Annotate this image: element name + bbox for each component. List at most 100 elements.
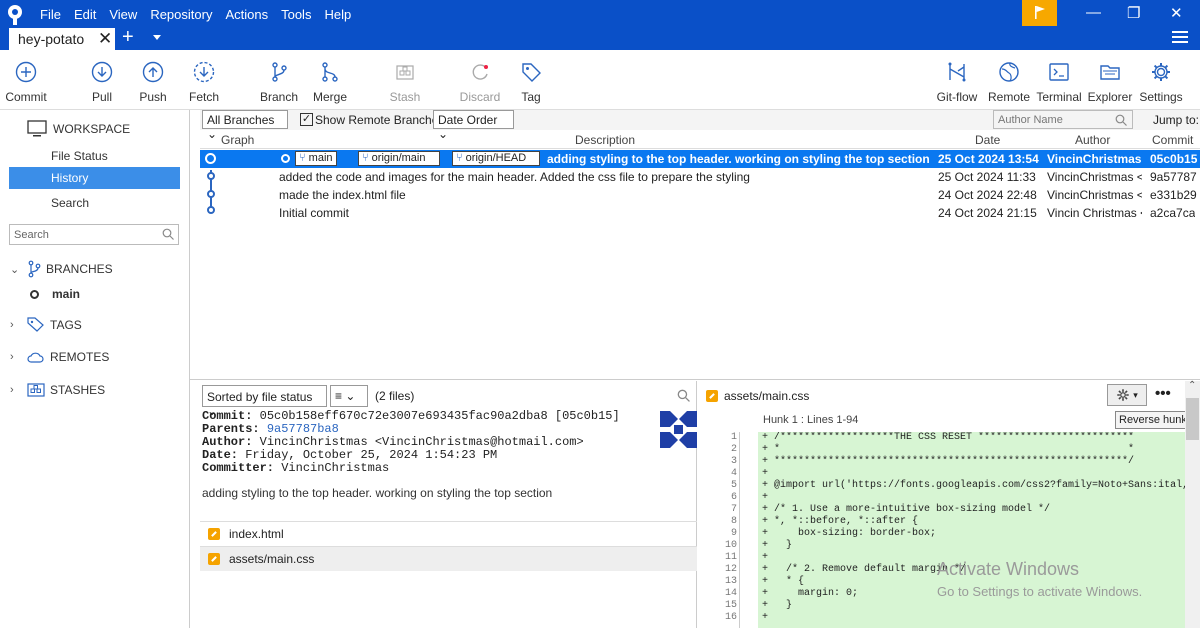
sidebar-item-search[interactable]: Search — [51, 196, 89, 210]
sidebar-item-history[interactable]: History — [9, 167, 180, 189]
diff-line: + — [762, 492, 769, 503]
view-mode-dropdown[interactable]: ≡ ⌄ — [330, 385, 368, 407]
hamburger-menu-icon[interactable] — [1172, 31, 1188, 43]
arrow-up-circle-icon — [142, 61, 164, 83]
line-numbers: 1 2 3 4 5 6 7 8 9 10 11 12 13 14 15 16 — [700, 432, 740, 628]
col-author[interactable]: Author — [1075, 133, 1110, 147]
chevron-right-icon: › — [10, 319, 14, 331]
tab-close-icon[interactable]: ✕ — [98, 30, 112, 48]
commit-row[interactable]: Initial commit 24 Oct 2024 21:15 Vincin … — [200, 204, 1200, 222]
cloud-icon — [27, 352, 44, 363]
scroll-up-icon[interactable]: ⌃ — [1188, 380, 1196, 391]
all-branches-dropdown[interactable]: All Branches ⌄ — [202, 110, 288, 141]
terminal-icon — [1049, 63, 1069, 81]
commit-author: VincinChristmas ‹ — [1047, 152, 1142, 166]
more-options-icon[interactable]: ••• — [1155, 385, 1171, 402]
col-graph[interactable]: Graph — [221, 133, 254, 147]
gitflow-icon — [948, 62, 966, 82]
menu-edit[interactable]: Edit — [74, 7, 96, 22]
activate-windows-watermark: Activate Windows Go to Settings to activ… — [937, 559, 1142, 599]
merge-button[interactable]: Merge — [300, 60, 360, 104]
commit-button[interactable]: Commit — [0, 60, 56, 104]
col-description[interactable]: Description — [575, 133, 635, 147]
date-value: Friday, October 25, 2024 1:54:23 PM — [245, 448, 498, 462]
sort-dropdown[interactable]: Sorted by file status ⌄ — [202, 385, 327, 418]
commit-description: adding styling to the top header. workin… — [547, 152, 930, 166]
jump-to-label: Jump to: — [1153, 113, 1200, 127]
tab-dropdown-icon[interactable] — [153, 35, 161, 40]
close-window-icon[interactable]: ✕ — [1170, 4, 1183, 22]
branch-tag-origin-main[interactable]: ⑂ origin/main — [358, 151, 440, 166]
reverse-hunk-button[interactable]: Reverse hunk — [1115, 411, 1191, 429]
minimize-icon[interactable]: — — [1086, 4, 1101, 21]
commit-row[interactable]: added the code and images for the main h… — [200, 168, 1200, 186]
stash-button[interactable]: Stash — [375, 60, 435, 104]
branch-item-main[interactable]: main — [30, 287, 80, 301]
diff-options-button[interactable]: ▾ — [1107, 384, 1147, 406]
parent-link[interactable]: 9a57787ba8 — [267, 422, 339, 436]
menu-repository[interactable]: Repository — [150, 7, 212, 22]
chevron-right-icon: › — [10, 384, 14, 396]
menu-actions[interactable]: Actions — [225, 7, 268, 22]
tag-button[interactable]: Tag — [501, 60, 561, 104]
workspace-header: WORKSPACE — [27, 120, 130, 138]
menu-view[interactable]: View — [109, 7, 137, 22]
fetch-button[interactable]: Fetch — [174, 60, 234, 104]
diff-scrollbar-thumb[interactable] — [1186, 398, 1199, 440]
commit-hash: e331b29 — [1150, 188, 1197, 202]
show-remote-label: Show Remote Branches — [315, 113, 445, 127]
menu-tools[interactable]: Tools — [281, 7, 311, 22]
diff-line: + **************************************… — [762, 456, 1135, 467]
hunk-header: Hunk 1 : Lines 1-94 — [763, 414, 859, 426]
col-commit[interactable]: Commit — [1152, 133, 1193, 147]
flag-button[interactable] — [1022, 0, 1057, 26]
new-tab-icon[interactable]: + — [122, 27, 134, 47]
date-order-value: Date Order — [438, 113, 498, 127]
search-icon[interactable] — [677, 389, 690, 402]
diff-file-name: assets/main.css — [724, 389, 810, 403]
title-bar: File Edit View Repository Actions Tools … — [0, 0, 1200, 50]
history-pane: All Branches ⌄ ✓ Show Remote Branches Da… — [200, 110, 1200, 378]
col-date[interactable]: Date — [975, 133, 1000, 147]
restore-icon[interactable]: ❐ — [1127, 4, 1140, 22]
menu-file[interactable]: File — [40, 7, 61, 22]
branches-section[interactable]: ⌄ BRANCHES — [10, 260, 113, 278]
chevron-right-icon: › — [10, 351, 14, 363]
commit-description: Initial commit — [279, 206, 350, 220]
sidebar-search-input[interactable]: Search — [9, 224, 179, 245]
file-item-main-css[interactable]: assets/main.css — [200, 546, 697, 571]
diff-line: + * * — [762, 444, 1135, 455]
pane-divider[interactable] — [190, 379, 1200, 380]
author-name-input[interactable]: Author Name — [993, 110, 1133, 129]
diff-line: + — [762, 612, 769, 623]
files-count: (2 files) — [375, 389, 415, 403]
line-number: 16 — [724, 612, 737, 623]
branch-tag-main[interactable]: ⑂ main — [295, 151, 337, 166]
sidebar-item-file-status[interactable]: File Status — [51, 149, 108, 163]
commit-row[interactable]: made the index.html file 24 Oct 2024 22:… — [200, 186, 1200, 204]
settings-button[interactable]: Settings — [1131, 60, 1191, 104]
remotes-section[interactable]: › REMOTES — [10, 350, 109, 364]
commit-hash: 9a57787 — [1150, 170, 1197, 184]
menu-bar: File Edit View Repository Actions Tools … — [40, 7, 364, 22]
menu-help[interactable]: Help — [324, 7, 351, 22]
branch-tag-origin-head[interactable]: ⑂ origin/HEAD — [452, 151, 540, 166]
line-number: 8 — [730, 516, 737, 527]
file-item-index-html[interactable]: index.html — [200, 521, 697, 546]
stashes-section[interactable]: › STASHES — [10, 383, 105, 397]
gear-icon — [1152, 63, 1170, 81]
gitflow-button[interactable]: Git-flow — [927, 60, 987, 104]
watermark-title: Activate Windows — [937, 559, 1080, 579]
modified-icon — [208, 528, 220, 540]
date-order-dropdown[interactable]: Date Order ⌄ — [433, 110, 514, 141]
fetch-label: Fetch — [188, 90, 219, 104]
commit-hash-full: 05c0b158eff670c72e3007e693435fac90a2dba8… — [259, 409, 620, 423]
tags-section[interactable]: › TAGS — [10, 317, 82, 333]
show-remote-checkbox[interactable]: ✓ — [300, 113, 313, 126]
details-toolbar: Sorted by file status ⌄ ≡ ⌄ (2 files) — [200, 384, 697, 418]
commit-row[interactable]: ⑂ main ⑂ origin/main ⑂ origin/HEAD addin… — [200, 150, 1200, 168]
arrow-down-dashed-circle-icon — [193, 61, 215, 83]
discard-icon — [472, 64, 488, 80]
branch-icon — [272, 62, 287, 82]
commit-hash: 05c0b15 — [1150, 152, 1198, 166]
